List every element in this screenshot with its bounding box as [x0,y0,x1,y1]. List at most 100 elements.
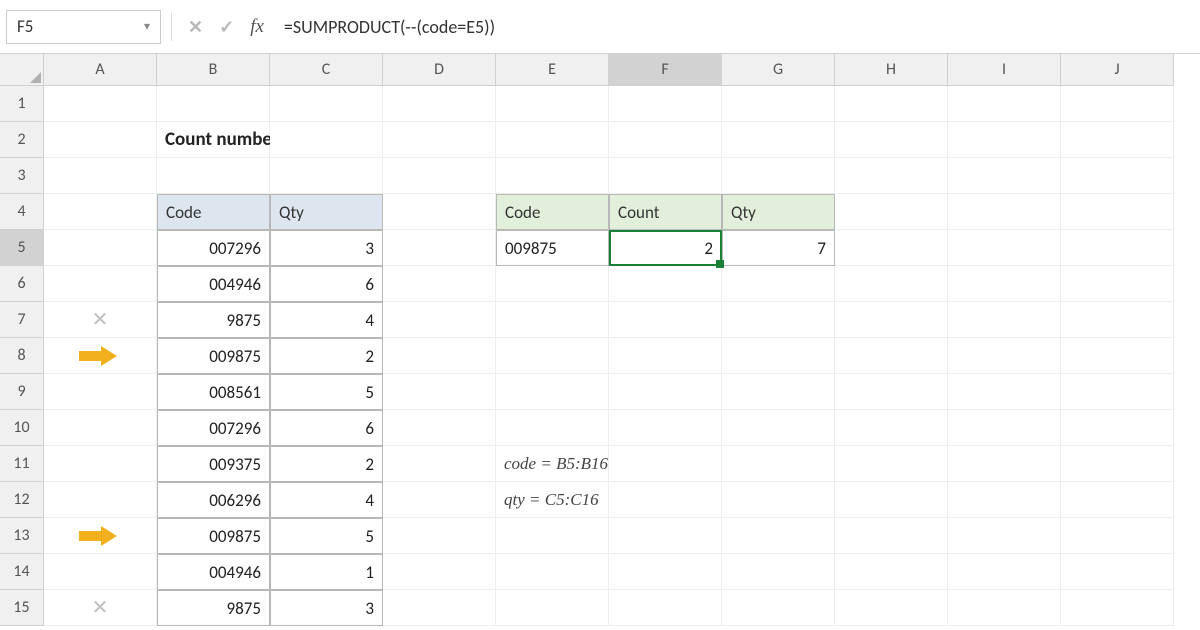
cell[interactable] [722,158,835,194]
cell-qty[interactable]: 6 [270,410,383,446]
cell[interactable] [270,122,383,158]
name-box[interactable]: F5 ▾ [6,10,161,44]
cell[interactable] [948,230,1061,266]
cancel-icon[interactable]: ✕ [188,16,203,38]
cell[interactable] [948,194,1061,230]
cell[interactable] [383,158,496,194]
cell[interactable] [609,554,722,590]
cell[interactable] [496,122,609,158]
cell-qty[interactable]: 3 [270,230,383,266]
cell[interactable] [835,590,948,626]
cell[interactable] [44,158,157,194]
row-header[interactable]: 9 [0,374,44,410]
cell[interactable] [722,302,835,338]
row-header[interactable]: 8 [0,338,44,374]
col-header-F[interactable]: F [609,54,722,86]
cell-code[interactable]: 9875 [157,590,270,626]
cell[interactable] [948,122,1061,158]
table1-header-qty[interactable]: Qty [270,194,383,230]
cell-qty[interactable]: 3 [270,590,383,626]
cell[interactable] [948,158,1061,194]
cell[interactable] [1061,374,1174,410]
col-header-E[interactable]: E [496,54,609,86]
table2-header-count[interactable]: Count [609,194,722,230]
cell[interactable] [383,554,496,590]
cell-mark[interactable] [44,482,157,518]
cell[interactable] [722,446,835,482]
row-header[interactable]: 1 [0,86,44,122]
col-header-D[interactable]: D [383,54,496,86]
cell[interactable] [835,302,948,338]
worksheet[interactable]: A B C D E F G H I J 1 2 Count numbers [0,54,1200,630]
cell[interactable] [609,482,722,518]
cell-qty[interactable]: 2 [270,446,383,482]
col-header-B[interactable]: B [157,54,270,86]
cell-mark[interactable] [44,266,157,302]
cell[interactable] [1061,122,1174,158]
cell[interactable] [722,374,835,410]
cell[interactable] [496,518,609,554]
cell[interactable] [1061,338,1174,374]
cell[interactable] [496,338,609,374]
cell-qty[interactable]: 5 [270,374,383,410]
cell[interactable] [609,266,722,302]
cell-mark[interactable] [44,554,157,590]
row-header[interactable]: 7 [0,302,44,338]
cell[interactable] [496,410,609,446]
cell[interactable] [722,338,835,374]
summary-qty[interactable]: 7 [722,230,835,266]
cell-mark[interactable] [44,446,157,482]
fx-icon[interactable]: fx [250,16,264,38]
page-title[interactable]: Count numbers with leading zeros [157,122,270,158]
cell-mark[interactable]: ✕ [44,302,157,338]
cell[interactable] [835,86,948,122]
cell[interactable] [948,518,1061,554]
cell[interactable] [835,194,948,230]
summary-count[interactable]: 2 [609,230,722,266]
cell[interactable] [383,410,496,446]
cell[interactable] [44,194,157,230]
cell[interactable] [496,86,609,122]
row-header[interactable]: 2 [0,122,44,158]
cell-qty[interactable]: 1 [270,554,383,590]
table1-header-code[interactable]: Code [157,194,270,230]
cell[interactable] [948,302,1061,338]
cell[interactable] [722,86,835,122]
cell-code[interactable]: 008561 [157,374,270,410]
table2-header-qty[interactable]: Qty [722,194,835,230]
cell[interactable] [835,410,948,446]
enter-icon[interactable]: ✓ [219,16,234,38]
grid[interactable]: 1 2 Count numbers with leading zeros [0,86,1200,626]
cell[interactable] [722,518,835,554]
cell-mark[interactable] [44,338,157,374]
cell[interactable] [835,446,948,482]
col-header-C[interactable]: C [270,54,383,86]
cell-code[interactable]: 006296 [157,482,270,518]
row-header[interactable]: 15 [0,590,44,626]
cell[interactable] [609,302,722,338]
cell[interactable] [383,374,496,410]
cell[interactable] [948,554,1061,590]
cell[interactable] [1061,554,1174,590]
row-header[interactable]: 4 [0,194,44,230]
named-range-code[interactable]: code = B5:B16 [496,446,609,482]
cell-mark[interactable] [44,374,157,410]
cell[interactable] [1061,158,1174,194]
cell[interactable] [609,338,722,374]
col-header-A[interactable]: A [44,54,157,86]
col-header-J[interactable]: J [1061,54,1174,86]
cell[interactable] [1061,482,1174,518]
cell-qty[interactable]: 2 [270,338,383,374]
cell[interactable] [270,86,383,122]
cell-mark[interactable] [44,410,157,446]
cell[interactable] [1061,590,1174,626]
row-header[interactable]: 13 [0,518,44,554]
cell[interactable] [1061,194,1174,230]
cell[interactable] [383,86,496,122]
row-header[interactable]: 12 [0,482,44,518]
cell[interactable] [722,590,835,626]
cell[interactable] [383,590,496,626]
cell[interactable] [1061,446,1174,482]
cell[interactable] [948,86,1061,122]
formula-input[interactable]: =SUMPRODUCT(--(code=E5)) [270,10,1194,44]
